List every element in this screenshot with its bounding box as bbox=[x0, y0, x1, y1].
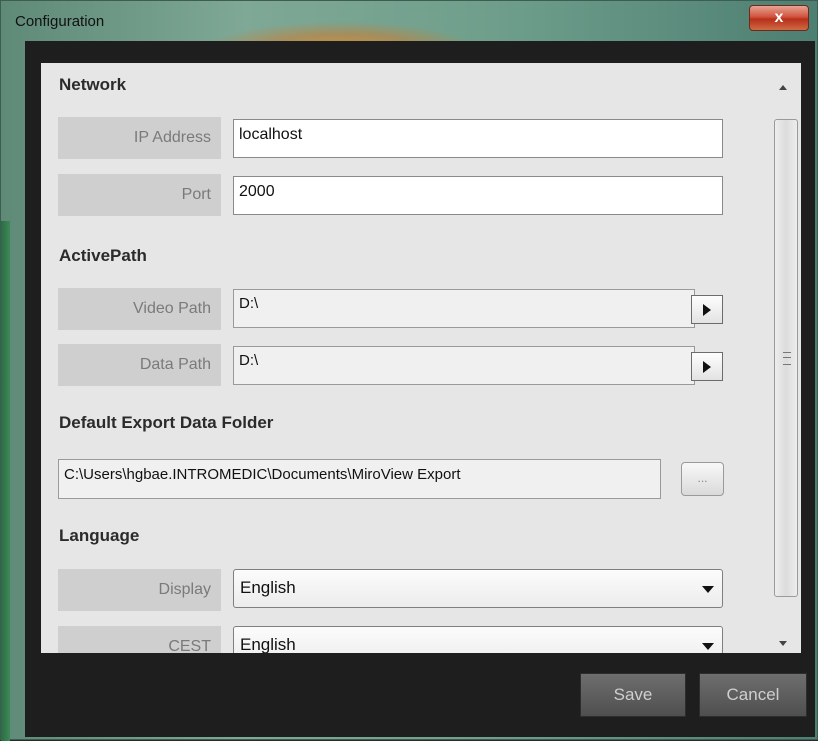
video-path-browse-button[interactable] bbox=[691, 295, 723, 324]
video-path-label: Video Path bbox=[58, 288, 221, 330]
data-path-label: Data Path bbox=[58, 344, 221, 386]
cancel-button[interactable]: Cancel bbox=[699, 673, 807, 717]
grip-icon bbox=[783, 352, 791, 365]
ip-address-input[interactable]: localhost bbox=[233, 119, 723, 158]
export-folder-heading: Default Export Data Folder bbox=[59, 413, 274, 432]
close-button[interactable]: x bbox=[749, 5, 809, 31]
close-icon: x bbox=[774, 9, 784, 26]
cest-language-label: CEST bbox=[58, 626, 221, 653]
cest-language-value: English bbox=[240, 635, 296, 653]
language-heading: Language bbox=[59, 526, 140, 545]
cest-language-select[interactable]: English bbox=[233, 626, 723, 653]
play-arrow-icon bbox=[703, 303, 711, 316]
chevron-down-icon bbox=[702, 643, 714, 650]
configuration-window: Configuration x Network IP Address local… bbox=[0, 0, 818, 741]
scroll-down-icon[interactable] bbox=[779, 641, 787, 646]
vertical-scrollbar[interactable] bbox=[766, 66, 799, 651]
network-heading: Network bbox=[59, 75, 127, 94]
display-language-select[interactable]: English bbox=[233, 569, 723, 608]
video-path-input[interactable]: D:\ bbox=[233, 289, 695, 328]
chevron-down-icon bbox=[702, 586, 714, 593]
port-label: Port bbox=[58, 174, 221, 216]
port-input[interactable]: 2000 bbox=[233, 176, 723, 215]
export-folder-browse-button[interactable]: ... bbox=[681, 462, 724, 496]
activepath-heading: ActivePath bbox=[59, 246, 147, 265]
scroll-up-icon[interactable] bbox=[779, 85, 787, 90]
data-path-browse-button[interactable] bbox=[691, 352, 723, 381]
play-arrow-icon bbox=[703, 360, 711, 373]
settings-panel: Network IP Address localhost Port 2000 A… bbox=[41, 63, 801, 653]
scrollbar-thumb[interactable] bbox=[774, 119, 798, 597]
display-language-label: Display bbox=[58, 569, 221, 611]
ip-address-label: IP Address bbox=[58, 117, 221, 159]
data-path-input[interactable]: D:\ bbox=[233, 346, 695, 385]
save-button[interactable]: Save bbox=[580, 673, 686, 717]
export-folder-input[interactable]: C:\Users\hgbae.INTROMEDIC\Documents\Miro… bbox=[58, 459, 661, 499]
window-left-edge bbox=[1, 221, 10, 741]
display-language-value: English bbox=[240, 578, 296, 597]
window-title: Configuration bbox=[15, 13, 105, 30]
